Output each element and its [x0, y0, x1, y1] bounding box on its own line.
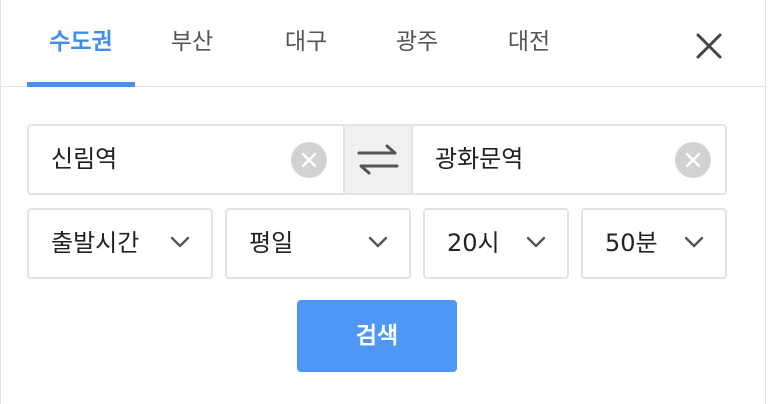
- search-button[interactable]: 검색: [297, 300, 457, 372]
- active-tab-indicator: [27, 82, 135, 87]
- region-tabs: 수도권 부산 대구 광주 대전: [1, 0, 765, 87]
- swap-arrows-icon: [357, 144, 399, 175]
- subway-route-panel: 수도권 부산 대구 광주 대전 신림역 광화문역 출발시간 평일 20시 50분…: [0, 0, 766, 404]
- minute-select[interactable]: 50분: [581, 208, 727, 279]
- tab-daejeon[interactable]: 대전: [486, 0, 572, 86]
- chevron-down-icon: [684, 236, 704, 248]
- close-icon: [696, 33, 722, 59]
- swap-stations-button[interactable]: [343, 126, 413, 193]
- close-button[interactable]: [689, 26, 729, 66]
- arrival-station-field[interactable]: 광화문역: [435, 126, 523, 193]
- clear-arrival-button[interactable]: [675, 142, 711, 178]
- day-type-value: 평일: [249, 229, 294, 257]
- clear-circle-icon: [301, 152, 317, 168]
- hour-select[interactable]: 20시: [423, 208, 569, 279]
- clear-departure-button[interactable]: [291, 142, 327, 178]
- tab-daegu[interactable]: 대구: [263, 0, 349, 86]
- minute-value: 50분: [605, 229, 658, 257]
- departure-type-value: 출발시간: [51, 229, 140, 257]
- departure-type-select[interactable]: 출발시간: [27, 208, 213, 279]
- day-type-select[interactable]: 평일: [225, 208, 411, 279]
- route-input-group: 신림역 광화문역: [27, 124, 727, 195]
- departure-station-field[interactable]: 신림역: [51, 126, 117, 193]
- tab-sudogwon[interactable]: 수도권: [27, 0, 135, 86]
- chevron-down-icon: [526, 236, 546, 248]
- chevron-down-icon: [368, 236, 388, 248]
- hour-value: 20시: [447, 229, 500, 257]
- tab-busan[interactable]: 부산: [149, 0, 235, 86]
- chevron-down-icon: [170, 236, 190, 248]
- tab-gwangju[interactable]: 광주: [374, 0, 460, 86]
- clear-circle-icon: [685, 152, 701, 168]
